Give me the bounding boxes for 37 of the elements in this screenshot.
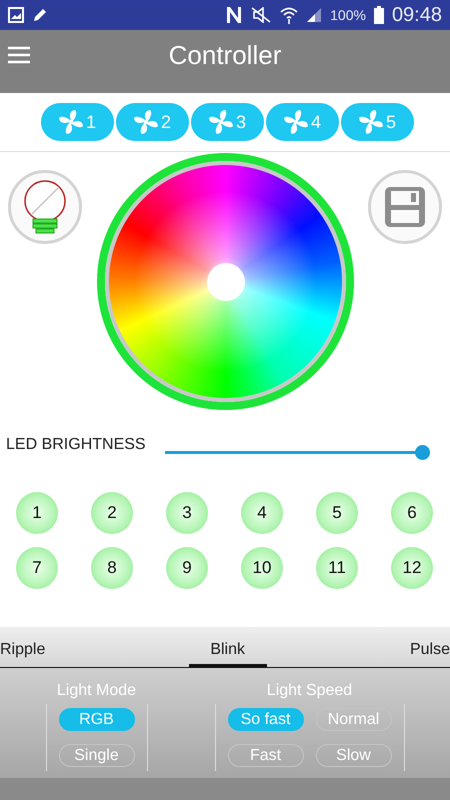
wheel-handle[interactable] [206, 262, 244, 300]
zone-button[interactable]: 3 [166, 492, 208, 534]
color-wheel[interactable] [97, 153, 354, 410]
zone-button[interactable]: 8 [91, 547, 133, 589]
brightness-slider[interactable] [165, 444, 430, 460]
fan-icon [358, 109, 384, 135]
app-title: Controller [168, 40, 282, 71]
image-icon [8, 7, 24, 23]
fan-icon [58, 109, 84, 135]
zone-button[interactable]: 10 [241, 547, 283, 589]
wifi-icon [280, 6, 298, 24]
signal-icon [306, 7, 322, 23]
effect-tab[interactable]: Ripple [0, 627, 46, 667]
zone-button[interactable]: 6 [391, 492, 433, 534]
zone-button[interactable]: 9 [166, 547, 208, 589]
fan-icon [132, 109, 159, 135]
mute-icon [250, 7, 272, 23]
battery-icon [374, 6, 384, 24]
zone-button[interactable]: 1 [16, 492, 58, 534]
fan-icon [282, 109, 309, 135]
save-icon [383, 185, 427, 229]
zone-button[interactable]: 12 [391, 547, 433, 589]
clock-time: 09:48 [392, 4, 442, 26]
zone-button[interactable]: 4 [241, 492, 283, 534]
group-title: Light Speed [266, 682, 352, 700]
nfc-icon [226, 6, 242, 24]
zone-button[interactable]: 5 [316, 492, 358, 534]
brightness-label: LED BRIGHTNESS [6, 436, 147, 454]
pencil-icon [32, 7, 48, 23]
menu-icon[interactable] [8, 46, 30, 64]
zone-button[interactable]: 11 [316, 547, 358, 589]
effect-tab[interactable]: Pulse [410, 627, 450, 667]
zone-button[interactable]: 2 [91, 492, 133, 534]
zone-button[interactable]: 7 [16, 547, 58, 589]
group-title: Light Mode [56, 682, 136, 700]
battery-percent: 100% [330, 7, 366, 23]
fan-icon [208, 109, 234, 135]
